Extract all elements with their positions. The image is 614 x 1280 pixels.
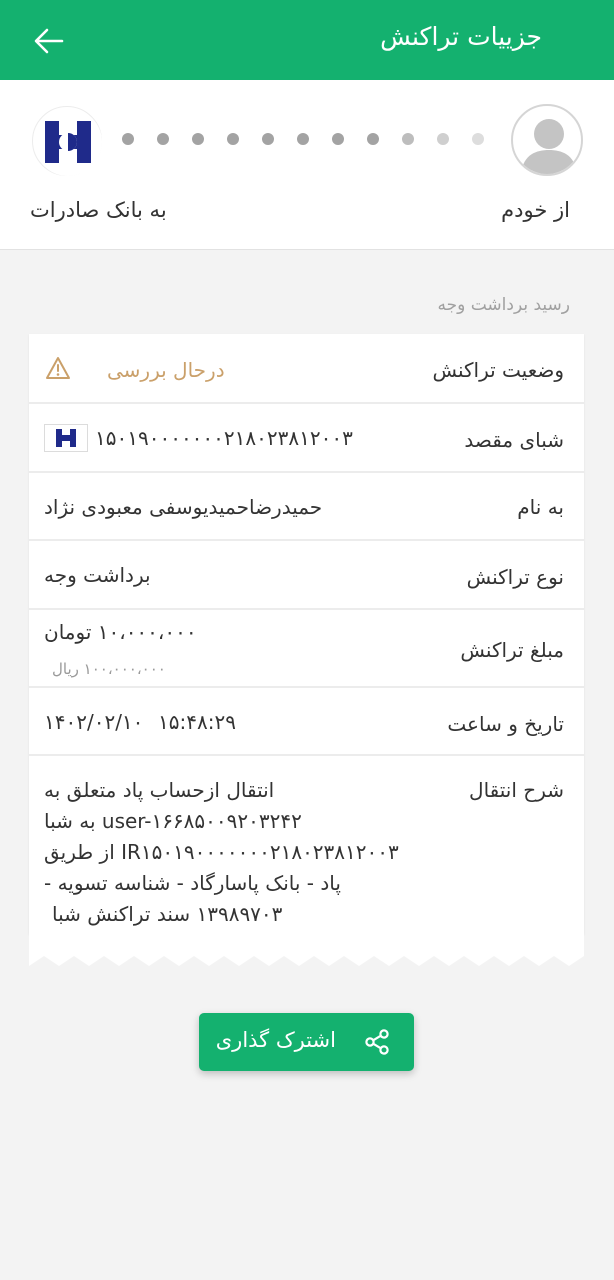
description-label: شرح انتقال xyxy=(469,778,564,802)
date-value: ۱۴۰۲/۰۲/۱۰ xyxy=(44,710,144,734)
app-bar: جزییات تراکنش xyxy=(0,0,614,80)
transfer-progress-dots xyxy=(122,133,494,147)
status-value: درحال بررسی xyxy=(107,358,225,382)
datetime-label: تاریخ و ساعت xyxy=(447,712,564,736)
amount-row: مبلغ تراکنش ۱۰،۰۰۰،۰۰۰ تومان ۱۰۰،۰۰۰،۰۰۰… xyxy=(29,610,584,688)
progress-dot xyxy=(262,133,274,145)
description-line: ۱۳۹۸۹۷۰۳ سند تراکنش شبا xyxy=(52,902,283,926)
progress-dot xyxy=(227,133,239,145)
description-row: شرح انتقال انتقال ازحساب پاد متعلق به us… xyxy=(29,756,584,934)
status-label: وضعیت تراکنش xyxy=(432,358,564,382)
bank-saderat-logo-icon xyxy=(44,424,88,452)
progress-dot xyxy=(402,133,414,145)
type-label: نوع تراکنش xyxy=(466,565,564,589)
from-label: از خودم xyxy=(501,198,570,222)
amount-label: مبلغ تراکنش xyxy=(460,638,564,662)
shaba-label: شبای مقصد xyxy=(464,428,564,452)
datetime-row: تاریخ و ساعت ۱۵:۴۸:۲۹ ۱۴۰۲/۰۲/۱۰ xyxy=(29,688,584,756)
description-line: پاد - بانک پاسارگاد - شناسه تسویه - xyxy=(44,871,341,895)
bank-saderat-logo-icon xyxy=(32,106,102,176)
share-button-label: اشترک گذاری xyxy=(215,1028,336,1052)
amount-value: ۱۰،۰۰۰،۰۰۰ تومان xyxy=(44,620,197,644)
progress-dot xyxy=(472,133,484,145)
type-row: نوع تراکنش برداشت وجه xyxy=(29,541,584,610)
progress-dot xyxy=(332,133,344,145)
to-label: به بانک صادرات xyxy=(30,198,167,222)
progress-dot xyxy=(122,133,134,145)
name-label: به نام xyxy=(517,495,564,519)
progress-dot xyxy=(437,133,449,145)
page-title: جزییات تراکنش xyxy=(380,22,542,51)
description-line: انتقال ازحساب پاد متعلق به xyxy=(44,778,275,802)
receipt-section-title: رسید برداشت وجه xyxy=(437,295,571,315)
progress-dot xyxy=(192,133,204,145)
progress-dot xyxy=(297,133,309,145)
name-row: به نام حمیدرضاحمیدیوسفی معبودی نژاد xyxy=(29,473,584,541)
shaba-value: ۱۵۰۱۹۰۰۰۰۰۰۰۲۱۸۰۲۳۸۱۲۰۰۳ xyxy=(95,426,353,450)
user-avatar-icon xyxy=(511,104,583,176)
share-button[interactable]: اشترک گذاری xyxy=(199,1013,414,1071)
description-line: IR۱۵۰۱۹۰۰۰۰۰۰۰۲۱۸۰۲۳۸۱۲۰۰۳ از طریق xyxy=(44,840,399,864)
receipt-card: وضعیت تراکنش درحال بررسی شبای مقصد ۱۵۰۱۹… xyxy=(29,334,584,934)
arrow-left-icon[interactable] xyxy=(32,24,66,58)
name-value: حمیدرضاحمیدیوسفی معبودی نژاد xyxy=(44,495,323,519)
amount-rial-value: ۱۰۰،۰۰۰،۰۰۰ ریال xyxy=(52,660,166,678)
description-line: user-۱۶۶۸۵۰۰۹۲۰۳۲۴۲ به شبا xyxy=(44,809,302,833)
progress-dot xyxy=(367,133,379,145)
progress-dot xyxy=(157,133,169,145)
time-value: ۱۵:۴۸:۲۹ xyxy=(158,710,236,734)
shaba-row: شبای مقصد ۱۵۰۱۹۰۰۰۰۰۰۰۲۱۸۰۲۳۸۱۲۰۰۳ xyxy=(29,404,584,473)
warning-triangle-icon xyxy=(46,357,70,379)
status-row: وضعیت تراکنش درحال بررسی xyxy=(29,334,584,404)
receipt-torn-edge xyxy=(29,934,584,966)
share-icon xyxy=(365,1029,389,1055)
type-value: برداشت وجه xyxy=(44,563,151,587)
